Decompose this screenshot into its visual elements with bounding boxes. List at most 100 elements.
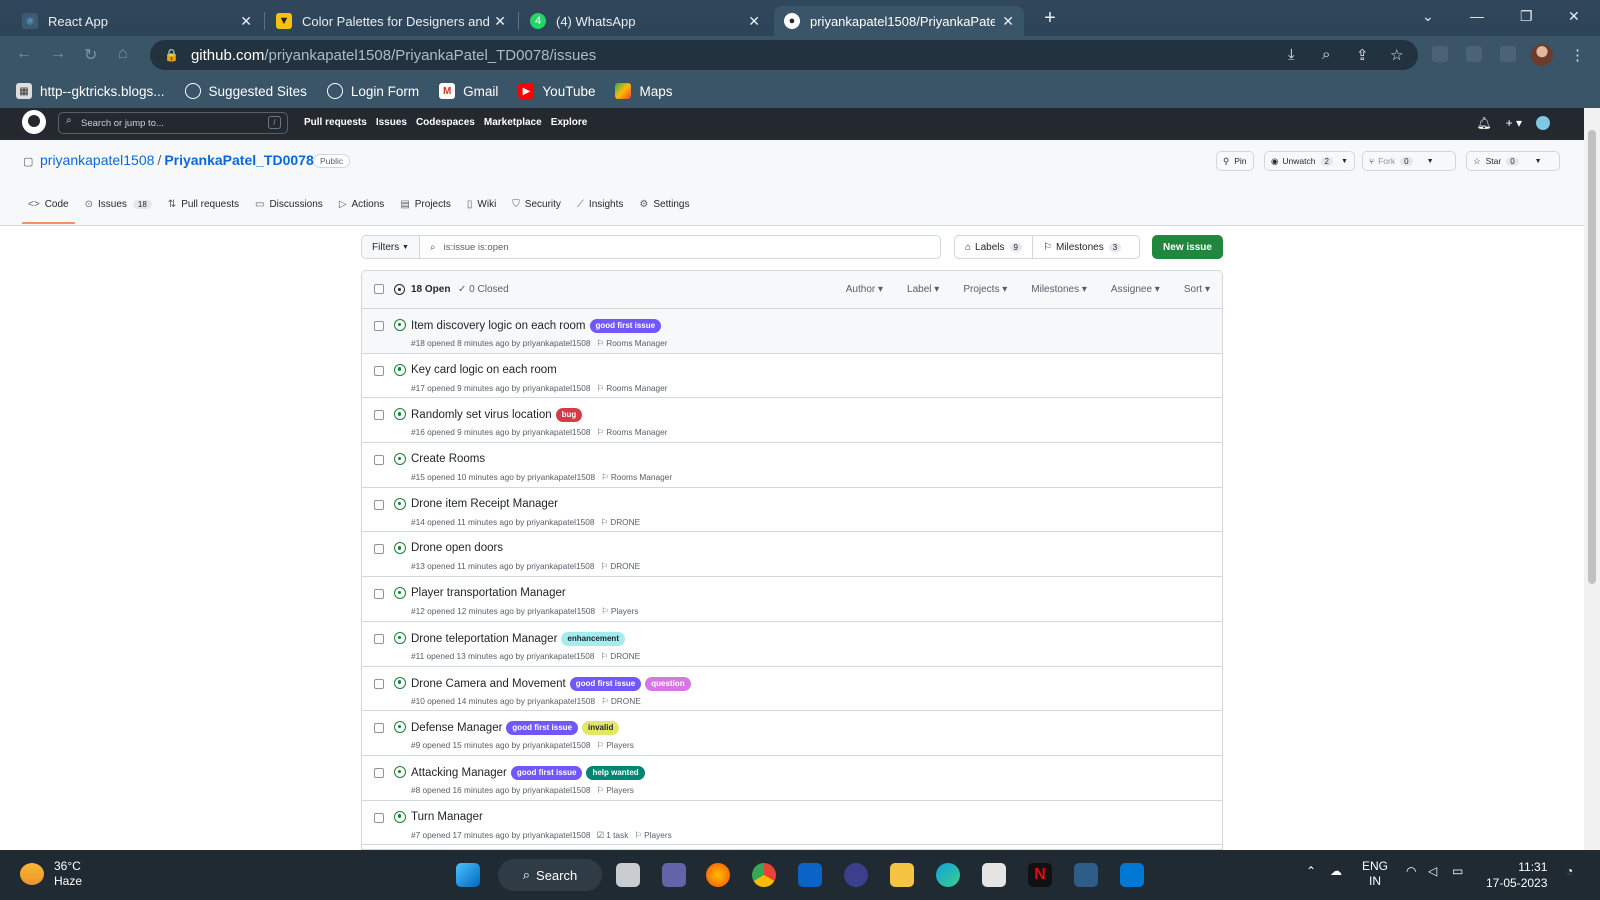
issue-row[interactable]: Attacking Manager good first issue help wa…	[362, 756, 1222, 801]
sort-dropdown[interactable]: Sort ▾	[1184, 284, 1210, 295]
battery-icon[interactable]: ▭	[1452, 864, 1463, 878]
file-explorer-icon[interactable]	[890, 863, 914, 887]
milestone-link[interactable]: ⚐ Players	[596, 785, 633, 795]
nav-issues[interactable]: Issues	[376, 117, 407, 128]
user-avatar[interactable]	[1536, 116, 1550, 130]
star-icon[interactable]: ☆	[1390, 46, 1403, 64]
assignee-filter[interactable]: Assignee ▾	[1111, 284, 1160, 295]
bookmark-gmail[interactable]: M Gmail	[439, 83, 498, 99]
clock[interactable]: 11:31 17-05-2023	[1486, 859, 1547, 891]
nav-explore[interactable]: Explore	[551, 117, 588, 128]
nav-marketplace[interactable]: Marketplace	[484, 117, 542, 128]
milestone-link[interactable]: ⚐ Players	[634, 830, 671, 840]
tab-issues[interactable]: ⊙ Issues 18	[85, 194, 152, 214]
tab-actions[interactable]: ▷ Actions	[339, 194, 385, 214]
milestones-filter[interactable]: Milestones ▾	[1031, 284, 1087, 295]
bookmark-youtube[interactable]: ▶ YouTube	[518, 83, 595, 99]
tab-whatsapp[interactable]: 4 (4) WhatsApp ✕	[520, 6, 770, 36]
tab-code[interactable]: <> Code	[22, 194, 75, 224]
issue-label-badge[interactable]: good first issue	[506, 721, 578, 736]
issue-title-link[interactable]: Drone teleportation Manager	[411, 633, 557, 645]
projects-filter[interactable]: Projects ▾	[963, 284, 1007, 295]
taskbar-search[interactable]: ⌕ Search	[498, 859, 602, 891]
url-input[interactable]: 🔒 github.com/priyankapatel1508/PriyankaP…	[150, 40, 1418, 70]
snipping-tool-icon[interactable]	[1074, 863, 1098, 887]
bookmark-gktricks[interactable]: ▦ http--gktricks.blogs...	[16, 83, 165, 99]
tab-pull-requests[interactable]: ⇅ Pull requests	[168, 194, 239, 214]
issue-checkbox[interactable]	[374, 455, 384, 466]
bell-icon[interactable]: 🔔︎	[1476, 116, 1491, 130]
tab-insights[interactable]: ⟋ Insights	[577, 194, 623, 214]
close-window-button[interactable]: ✕	[1568, 8, 1580, 25]
issue-title-link[interactable]: Turn Manager	[411, 811, 483, 823]
restore-button[interactable]: ❐	[1520, 8, 1533, 25]
milestone-link[interactable]: ⚐ Players	[601, 606, 638, 616]
install-icon[interactable]: ⤓	[1288, 46, 1295, 63]
issue-title-link[interactable]: Item discovery logic on each room	[411, 320, 586, 332]
issue-checkbox[interactable]	[374, 410, 384, 421]
zoom-icon[interactable]: ⌕	[1322, 46, 1330, 63]
issue-title-link[interactable]: Player transportation Manager	[411, 587, 566, 599]
weather-widget[interactable]: 36°C Haze	[20, 859, 82, 889]
scrollbar-thumb[interactable]	[1588, 130, 1596, 584]
issue-row[interactable]: Drone item Receipt Manager #14 opened 11 …	[362, 488, 1222, 533]
issue-row[interactable]: Randomly set virus location bug #16 opened…	[362, 398, 1222, 444]
pin-button[interactable]: ⚲ Pin	[1216, 151, 1254, 171]
issue-row[interactable]: Item discovery logic on each room good fi…	[362, 309, 1222, 354]
issue-checkbox[interactable]	[374, 767, 384, 778]
language-indicator[interactable]: ENG IN	[1362, 859, 1388, 889]
close-icon[interactable]: ✕	[748, 13, 760, 30]
milestone-link[interactable]: ⚐ DRONE	[600, 561, 640, 571]
issue-label-badge[interactable]: good first issue	[589, 319, 662, 333]
milestone-link[interactable]: ⚐ Rooms Manager	[596, 338, 667, 348]
issue-label-badge[interactable]: bug	[555, 408, 583, 423]
issue-label-badge[interactable]: question	[645, 676, 691, 691]
eclipse-icon[interactable]	[844, 863, 868, 887]
issue-checkbox[interactable]	[374, 812, 384, 823]
bookmark-maps[interactable]: Maps	[615, 83, 673, 99]
back-icon[interactable]: ←	[16, 45, 32, 63]
vscode-icon[interactable]	[1120, 863, 1144, 887]
issue-label-badge[interactable]: good first issue	[510, 765, 583, 780]
issue-label-badge[interactable]: help wanted	[586, 765, 645, 780]
issue-title-link[interactable]: Drone item Receipt Manager	[411, 498, 558, 510]
issue-label-badge[interactable]: good first issue	[569, 676, 642, 691]
issue-checkbox[interactable]	[374, 723, 384, 734]
issue-title-link[interactable]: Create Rooms	[411, 453, 485, 465]
forward-icon[interactable]: →	[50, 45, 66, 63]
firefox-icon[interactable]	[706, 863, 730, 887]
open-issues-toggle[interactable]: 18 Open	[394, 284, 450, 295]
menu-icon[interactable]: ⋮	[1570, 46, 1585, 64]
milestone-link[interactable]: ⚐ Rooms Manager	[596, 427, 667, 437]
issue-checkbox[interactable]	[374, 365, 384, 376]
issue-checkbox[interactable]	[374, 544, 384, 555]
volume-icon[interactable]: ◁	[1428, 864, 1437, 878]
bookmark-login-form[interactable]: Login Form	[326, 83, 419, 99]
closed-issues-toggle[interactable]: ✓ 0 Closed	[458, 284, 509, 295]
issue-search-input[interactable]: ⌕ is:issue is:open	[420, 236, 509, 258]
repo-owner-link[interactable]: priyankapatel1508	[40, 152, 154, 168]
milestone-link[interactable]: ⚐ DRONE	[600, 651, 640, 661]
tab-projects[interactable]: ▤ Projects	[400, 194, 451, 214]
milestone-link[interactable]: ⚐ DRONE	[600, 517, 640, 527]
milestone-link[interactable]: ⚐ Rooms Manager	[596, 383, 667, 393]
issue-title-link[interactable]: Key card logic on each room	[411, 364, 557, 376]
plus-icon[interactable]: + ▾	[1506, 116, 1522, 130]
issue-title-link[interactable]: Randomly set virus location	[411, 409, 552, 421]
issue-label-badge[interactable]: invalid	[581, 721, 620, 736]
onedrive-icon[interactable]: ☁	[1330, 864, 1342, 878]
chevron-down-icon[interactable]: ⌄	[1422, 8, 1434, 25]
home-icon[interactable]: ⌂	[118, 45, 128, 63]
issue-label-badge[interactable]: enhancement	[561, 631, 625, 646]
bookmark-suggested-sites[interactable]: Suggested Sites	[184, 83, 307, 99]
reload-icon[interactable]: ↻	[84, 45, 97, 65]
nav-pull-requests[interactable]: Pull requests	[304, 117, 367, 128]
author-filter[interactable]: Author ▾	[846, 284, 883, 295]
issue-checkbox[interactable]	[374, 633, 384, 644]
issue-checkbox[interactable]	[374, 321, 384, 331]
label-filter[interactable]: Label ▾	[907, 284, 939, 295]
issue-row[interactable]: Turn Manager #7 opened 17 minutes ago by …	[362, 801, 1222, 846]
search-input[interactable]: ⌕ Search or jump to... /	[58, 112, 288, 134]
github-logo-icon[interactable]	[22, 110, 46, 134]
tab-color-palettes[interactable]: ▼ Color Palettes for Designers and ✕	[266, 6, 516, 36]
